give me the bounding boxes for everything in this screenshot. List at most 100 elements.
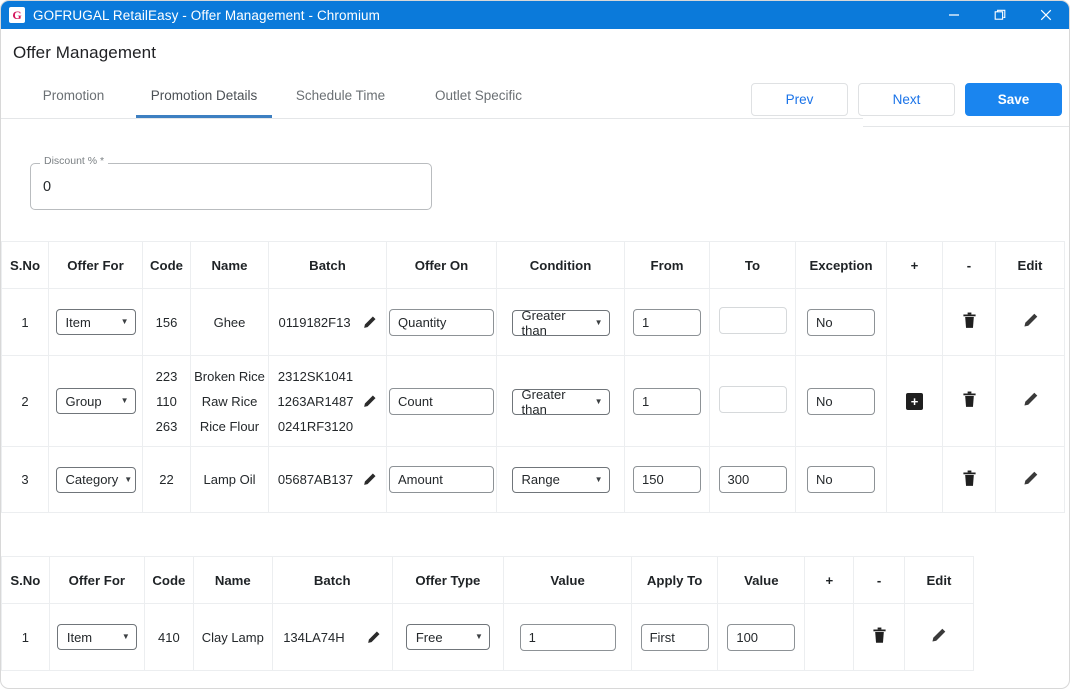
- exception-input[interactable]: No: [807, 309, 875, 336]
- name-value: Broken Rice: [191, 364, 268, 389]
- offer-for-select[interactable]: Group ▼: [56, 388, 136, 414]
- cell-condition: Greater than ▼: [497, 289, 625, 356]
- offer-type-select[interactable]: Free ▼: [406, 624, 490, 650]
- from-input[interactable]: 1: [633, 309, 701, 336]
- condition-select[interactable]: Greater than ▼: [512, 389, 610, 415]
- col-header-from: From: [625, 242, 710, 289]
- cell-offer-on: Amount: [387, 447, 497, 513]
- pencil-icon[interactable]: [930, 627, 947, 644]
- pencil-icon[interactable]: [362, 394, 377, 409]
- col-header-name: Name: [191, 242, 269, 289]
- trash-icon[interactable]: [872, 627, 887, 644]
- condition-select[interactable]: Range ▼: [512, 467, 610, 493]
- chevron-down-icon: ▼: [475, 633, 483, 641]
- close-icon[interactable]: [1023, 1, 1069, 29]
- cell-edit: [996, 356, 1065, 447]
- from-input[interactable]: 1: [633, 388, 701, 415]
- cell-exception: No: [796, 356, 887, 447]
- trash-icon[interactable]: [962, 470, 977, 487]
- offer-on-input[interactable]: Amount: [389, 466, 494, 493]
- name-value: Raw Rice: [191, 389, 268, 414]
- tab-outlet-specific[interactable]: Outlet Specific: [409, 88, 548, 118]
- tab-promotion[interactable]: Promotion: [11, 88, 136, 118]
- page-title: Offer Management: [13, 43, 1069, 63]
- apply-to-input[interactable]: First: [641, 624, 709, 651]
- tab-promotion-details[interactable]: Promotion Details: [136, 88, 272, 118]
- value-2-input[interactable]: 100: [727, 624, 795, 651]
- col-header-condition: Condition: [497, 242, 625, 289]
- save-button[interactable]: Save: [965, 83, 1062, 116]
- add-row-button[interactable]: +: [906, 393, 923, 410]
- col-header-name: Name: [193, 557, 272, 604]
- offer-for-select[interactable]: Item ▼: [57, 624, 137, 650]
- code-value: 223: [143, 364, 190, 389]
- value-1-input[interactable]: 1: [520, 624, 616, 651]
- cell-value-1: 1: [504, 604, 632, 671]
- pencil-icon[interactable]: [366, 630, 381, 645]
- col-header-offer-type: Offer Type: [392, 557, 504, 604]
- discount-input[interactable]: 0: [30, 163, 432, 210]
- chevron-down-icon: ▼: [595, 398, 603, 406]
- tabs-row: Promotion Promotion Details Schedule Tim…: [1, 73, 1069, 127]
- offer-on-input[interactable]: Count: [389, 388, 494, 415]
- batch-value: 05687AB137: [278, 472, 353, 487]
- exception-input[interactable]: No: [807, 388, 875, 415]
- cell-to: [710, 289, 796, 356]
- table-row: 1 Item ▼ 156 Ghee 0119182F13: [2, 289, 1065, 356]
- tab-schedule-time[interactable]: Schedule Time: [272, 88, 409, 118]
- col-header-batch: Batch: [269, 242, 387, 289]
- name-value: Rice Flour: [191, 414, 268, 439]
- offer-for-select[interactable]: Item ▼: [56, 309, 136, 335]
- next-button[interactable]: Next: [858, 83, 955, 116]
- restore-icon[interactable]: [977, 1, 1023, 29]
- cell-batch: 2312SK1041 1263AR1487 0241RF3120: [269, 356, 387, 447]
- to-input[interactable]: 300: [719, 466, 787, 493]
- header-divider: [863, 126, 1069, 127]
- offer-for-select[interactable]: Category ▼: [56, 467, 136, 493]
- col-header-apply-to: Apply To: [631, 557, 717, 604]
- batch-value: 1263AR1487: [278, 389, 354, 414]
- offer-for-value: Group: [66, 394, 102, 409]
- cell-code: 410: [145, 604, 194, 671]
- cell-name: Clay Lamp: [193, 604, 272, 671]
- pencil-icon[interactable]: [362, 315, 377, 330]
- condition-table-wrap: S.No Offer For Code Name Batch Offer On …: [1, 241, 1069, 513]
- cell-add: [887, 289, 943, 356]
- pencil-icon[interactable]: [1022, 391, 1039, 408]
- cell-sno: 1: [2, 604, 50, 671]
- exception-input[interactable]: No: [807, 466, 875, 493]
- condition-table-header-row: S.No Offer For Code Name Batch Offer On …: [2, 242, 1065, 289]
- prev-button[interactable]: Prev: [751, 83, 848, 116]
- col-header-code: Code: [145, 557, 194, 604]
- from-input[interactable]: 150: [633, 466, 701, 493]
- cell-offer-for: Category ▼: [49, 447, 143, 513]
- cell-exception: No: [796, 447, 887, 513]
- trash-icon[interactable]: [962, 312, 977, 329]
- col-header-edit: Edit: [904, 557, 973, 604]
- cell-to: 300: [710, 447, 796, 513]
- offer-on-input[interactable]: Quantity: [389, 309, 494, 336]
- code-value: 110: [143, 389, 190, 414]
- col-header-offer-on: Offer On: [387, 242, 497, 289]
- batch-value: 0119182F13: [279, 315, 353, 330]
- trash-icon[interactable]: [962, 391, 977, 408]
- col-header-offer-for: Offer For: [49, 557, 144, 604]
- condition-select[interactable]: Greater than ▼: [512, 310, 610, 336]
- chevron-down-icon: ▼: [121, 318, 129, 326]
- minimize-icon[interactable]: [931, 1, 977, 29]
- cell-name: Broken Rice Raw Rice Rice Flour: [191, 356, 269, 447]
- page-header: Offer Management: [1, 29, 1069, 63]
- cell-from: 1: [625, 356, 710, 447]
- to-input[interactable]: [719, 386, 787, 413]
- cell-sno: 3: [2, 447, 49, 513]
- code-value: 263: [143, 414, 190, 439]
- to-input[interactable]: [719, 307, 787, 334]
- cell-edit: [996, 289, 1065, 356]
- col-header-value-2: Value: [718, 557, 805, 604]
- cell-add: +: [887, 356, 943, 447]
- cell-condition: Greater than ▼: [497, 356, 625, 447]
- pencil-icon[interactable]: [1022, 470, 1039, 487]
- pencil-icon[interactable]: [362, 472, 377, 487]
- pencil-icon[interactable]: [1022, 312, 1039, 329]
- col-header-sno: S.No: [2, 557, 50, 604]
